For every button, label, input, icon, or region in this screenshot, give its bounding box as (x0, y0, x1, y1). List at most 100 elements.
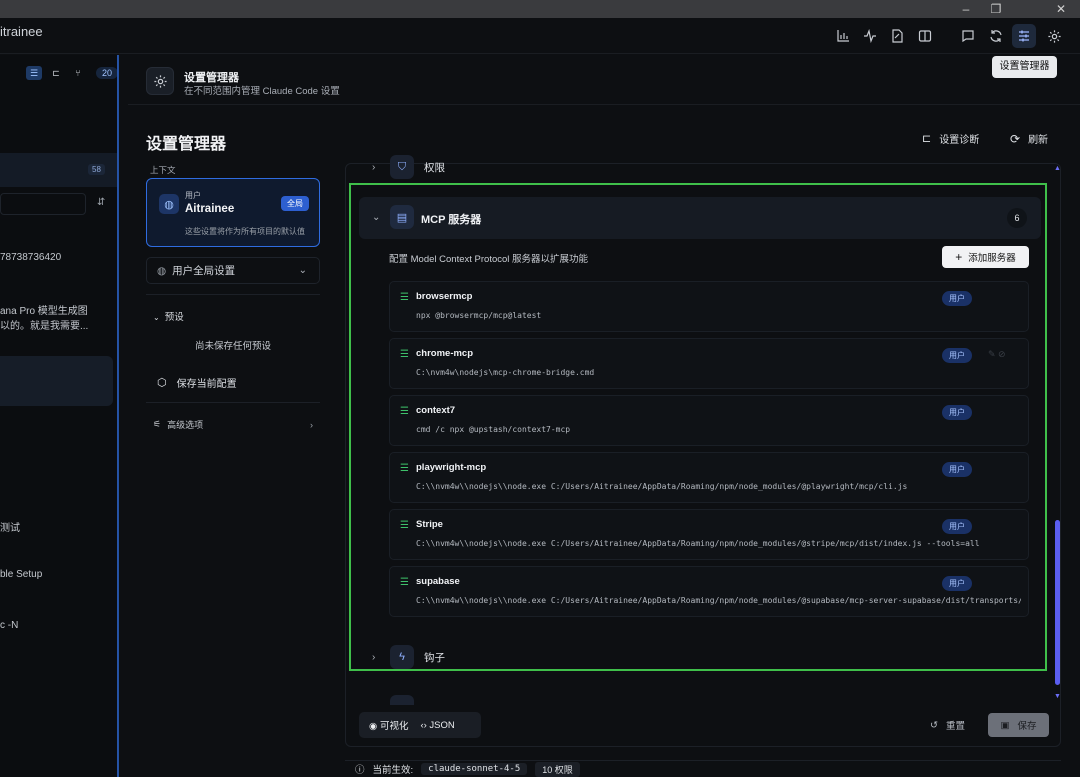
refresh-button[interactable]: ⟳ 刷新 (1010, 131, 1048, 147)
chevron-down-icon: ⌄ (298, 265, 307, 276)
edit-icon[interactable]: ✎ ⊘ (988, 349, 1006, 360)
sidebar-active-row[interactable]: 58 (0, 153, 117, 187)
plus-icon: + (955, 250, 963, 264)
server-icon: ▤ (390, 205, 414, 229)
server-name: Stripe (416, 519, 443, 530)
server-name: context7 (416, 405, 456, 416)
preset-empty-text: 尚未保存任何预设 (194, 341, 271, 352)
server-card[interactable]: ☰ browsermcp 用户 npx @browsermcp/mcp@latest (389, 281, 1029, 332)
chat-icon[interactable] (956, 24, 980, 48)
scope-badge: 用户 (942, 291, 972, 306)
context-label: 上下文 (150, 165, 176, 175)
server-card[interactable]: ☰ playwright-mcp 用户 C:\\nvm4w\\nodejs\\node… (389, 452, 1029, 503)
list-view-icon[interactable]: ☰ (26, 66, 42, 80)
session-sidebar: ☰ ⊏ ⑂ 20 58 ⇵ 78738736420 ana Pro 模型生成图 … (0, 55, 119, 777)
advanced-label: 高级选项 (167, 420, 204, 430)
scope-badge: 用户 (942, 462, 972, 477)
server-name: browsermcp (416, 291, 473, 302)
sidebar-divider[interactable] (117, 55, 119, 777)
mcp-section-toggle[interactable]: ⌄ ▤ (372, 205, 414, 229)
list-item[interactable]: ble Setup (0, 569, 42, 580)
advanced-options-button[interactable]: ⚟ 高级选项 › (153, 418, 313, 431)
view-mode-toggle: ◉ 可视化 ‹› JSON (359, 712, 481, 738)
server-name: chrome-mcp (416, 348, 474, 359)
globe-icon: ◍ (157, 264, 167, 277)
server-command: C:\\nvm4w\\nodejs\\node.exe C:/Users/Ait… (416, 482, 908, 491)
sliders-icon[interactable] (1012, 24, 1036, 48)
status-bar: ⓘ 当前生效: claude-sonnet-4-5 10 权限 (345, 760, 1061, 777)
add-server-label: 添加服务器 (968, 253, 1016, 264)
list-item[interactable]: ana Pro 模型生成图 (0, 302, 88, 317)
columns-icon[interactable] (913, 24, 937, 48)
settings-gear-icon (146, 67, 174, 95)
scroll-up-icon[interactable]: ▲ (1054, 165, 1061, 172)
tree-view-icon[interactable]: ⊏ (48, 66, 64, 80)
server-command: C:\\nvm4w\\nodejs\\node.exe C:/Users/Ait… (416, 596, 1021, 605)
visual-mode-button[interactable]: ◉ 可视化 (369, 718, 408, 732)
undo-icon: ↺ (930, 719, 938, 731)
sidebar-row-count: 58 (88, 164, 105, 175)
mcp-count-badge: 6 (1007, 208, 1027, 228)
chevron-down-icon: ⌄ (372, 211, 381, 223)
list-item[interactable]: 78738736420 (0, 252, 61, 263)
diagnose-icon: ⊏ (922, 133, 932, 145)
list-item[interactable]: c -N (0, 620, 18, 631)
save-button[interactable]: ▣ 保存 (988, 713, 1049, 737)
sort-icon[interactable]: ⇵ (97, 197, 105, 208)
close-button[interactable]: ✕ (1046, 0, 1076, 18)
server-icon: ☰ (400, 292, 409, 303)
server-command: C:\\nvm4w\\nodejs\\node.exe C:/Users/Ait… (416, 539, 980, 548)
preset-toggle[interactable]: ⌄ 预设 (153, 309, 184, 323)
globe-icon: ◍ (159, 194, 179, 214)
scope-select[interactable]: ◍ 用户全局设置 ⌄ (146, 257, 320, 284)
server-name: playwright-mcp (416, 462, 487, 473)
panel-header (128, 55, 1080, 105)
server-card[interactable]: ☰ context7 用户 cmd /c npx @upstash/context7-… (389, 395, 1029, 446)
sliders-icon: ⚟ (153, 419, 162, 429)
save-config-button[interactable]: ⬡ 保存当前配置 (157, 375, 237, 390)
gear-icon[interactable] (1042, 24, 1066, 48)
json-mode-button[interactable]: ‹› JSON (420, 720, 454, 731)
global-badge: 全局 (281, 196, 309, 211)
section-hooks[interactable]: › ϟ 钩子 (372, 645, 445, 669)
add-server-button[interactable]: + 添加服务器 (942, 246, 1029, 268)
refresh-icon[interactable] (984, 24, 1008, 48)
context-desc: 这些设置将作为所有项目的默认值 (185, 227, 305, 236)
diagnose-button[interactable]: ⊏ 设置诊断 (922, 131, 979, 146)
context-name: Aitrainee (185, 203, 235, 215)
preset-header: 预设 (164, 312, 184, 323)
app-title: itrainee (0, 24, 43, 39)
list-item[interactable]: 测试 (0, 519, 20, 534)
window-titlebar: – ❐ ✕ (0, 0, 1080, 18)
chart-icon[interactable] (831, 24, 855, 48)
server-card[interactable]: ☰ supabase 用户 C:\\nvm4w\\nodejs\\node.exe C… (389, 566, 1029, 617)
server-command: npx @browsermcp/mcp@latest (416, 311, 542, 320)
server-card[interactable]: ☰ Stripe 用户 C:\\nvm4w\\nodejs\\node.exe C:/… (389, 509, 1029, 560)
mcp-description: 配置 Model Context Protocol 服务器以扩展功能 (389, 254, 589, 265)
maximize-button[interactable]: ❐ (981, 0, 1011, 18)
sidebar-search-input[interactable] (0, 193, 86, 215)
info-icon: ⓘ (355, 765, 365, 776)
activity-icon[interactable] (858, 24, 882, 48)
app-header: itrainee (0, 18, 1080, 54)
sidebar-selected-item[interactable] (0, 356, 113, 406)
context-card-user[interactable]: ◍ 用户 Aitrainee 全局 这些设置将作为所有项目的默认值 (146, 178, 320, 247)
minimize-button[interactable]: – (951, 0, 981, 18)
reset-button[interactable]: ↺ 重置 (930, 718, 965, 733)
file-icon[interactable] (885, 24, 909, 48)
scroll-down-icon[interactable]: ▼ (1054, 693, 1061, 700)
shield-icon: ⛉ (390, 155, 414, 179)
section-title: 权限 (424, 161, 445, 174)
divider (146, 402, 320, 403)
branch-icon[interactable]: ⑂ (70, 66, 86, 80)
server-icon: ☰ (400, 463, 409, 474)
reset-label: 重置 (945, 721, 965, 732)
section-permissions[interactable]: › ⛉ 权限 (372, 155, 445, 179)
scrollbar-thumb[interactable] (1055, 520, 1060, 685)
server-card[interactable]: ☰ chrome-mcp 用户 C:\nvm4w\nodejs\mcp-chrome-… (389, 338, 1029, 389)
context-role: 用户 (185, 191, 201, 200)
list-item[interactable]: 以的。就是我需要... (0, 317, 88, 332)
divider (146, 294, 320, 295)
mcp-title: MCP 服务器 (421, 214, 482, 226)
eye-icon: ◉ (369, 721, 378, 732)
